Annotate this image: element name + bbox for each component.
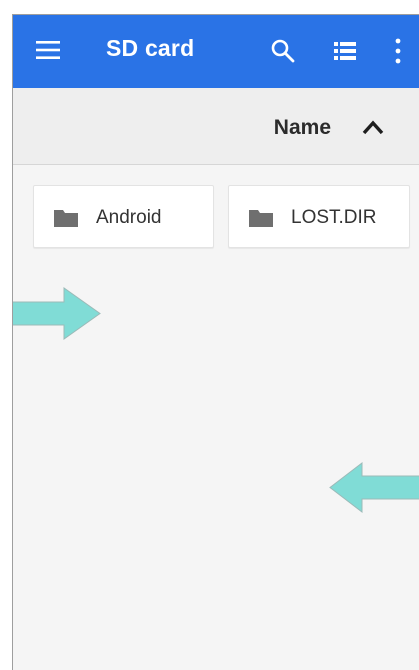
app-bar: SD card <box>13 15 419 88</box>
page-title: SD card <box>106 35 195 61</box>
app-window: SD card Name Android LOST.DIR <box>12 14 419 670</box>
folder-name: Android <box>96 207 162 228</box>
chevron-up-icon[interactable] <box>361 118 385 136</box>
folder-icon <box>249 210 273 227</box>
search-icon[interactable] <box>270 38 296 64</box>
sort-bar: Name <box>13 88 419 165</box>
list-view-icon[interactable] <box>333 40 357 62</box>
folder-name: LOST.DIR <box>291 207 377 228</box>
more-vert-icon[interactable] <box>393 37 403 65</box>
folder-item-lost-dir[interactable]: LOST.DIR <box>228 185 410 248</box>
menu-icon[interactable] <box>35 40 61 60</box>
folder-icon <box>54 210 78 227</box>
sort-by-name-button[interactable]: Name <box>274 116 331 140</box>
folder-item-android[interactable]: Android <box>33 185 214 248</box>
arrow-left <box>329 462 419 513</box>
arrow-right <box>13 287 101 340</box>
